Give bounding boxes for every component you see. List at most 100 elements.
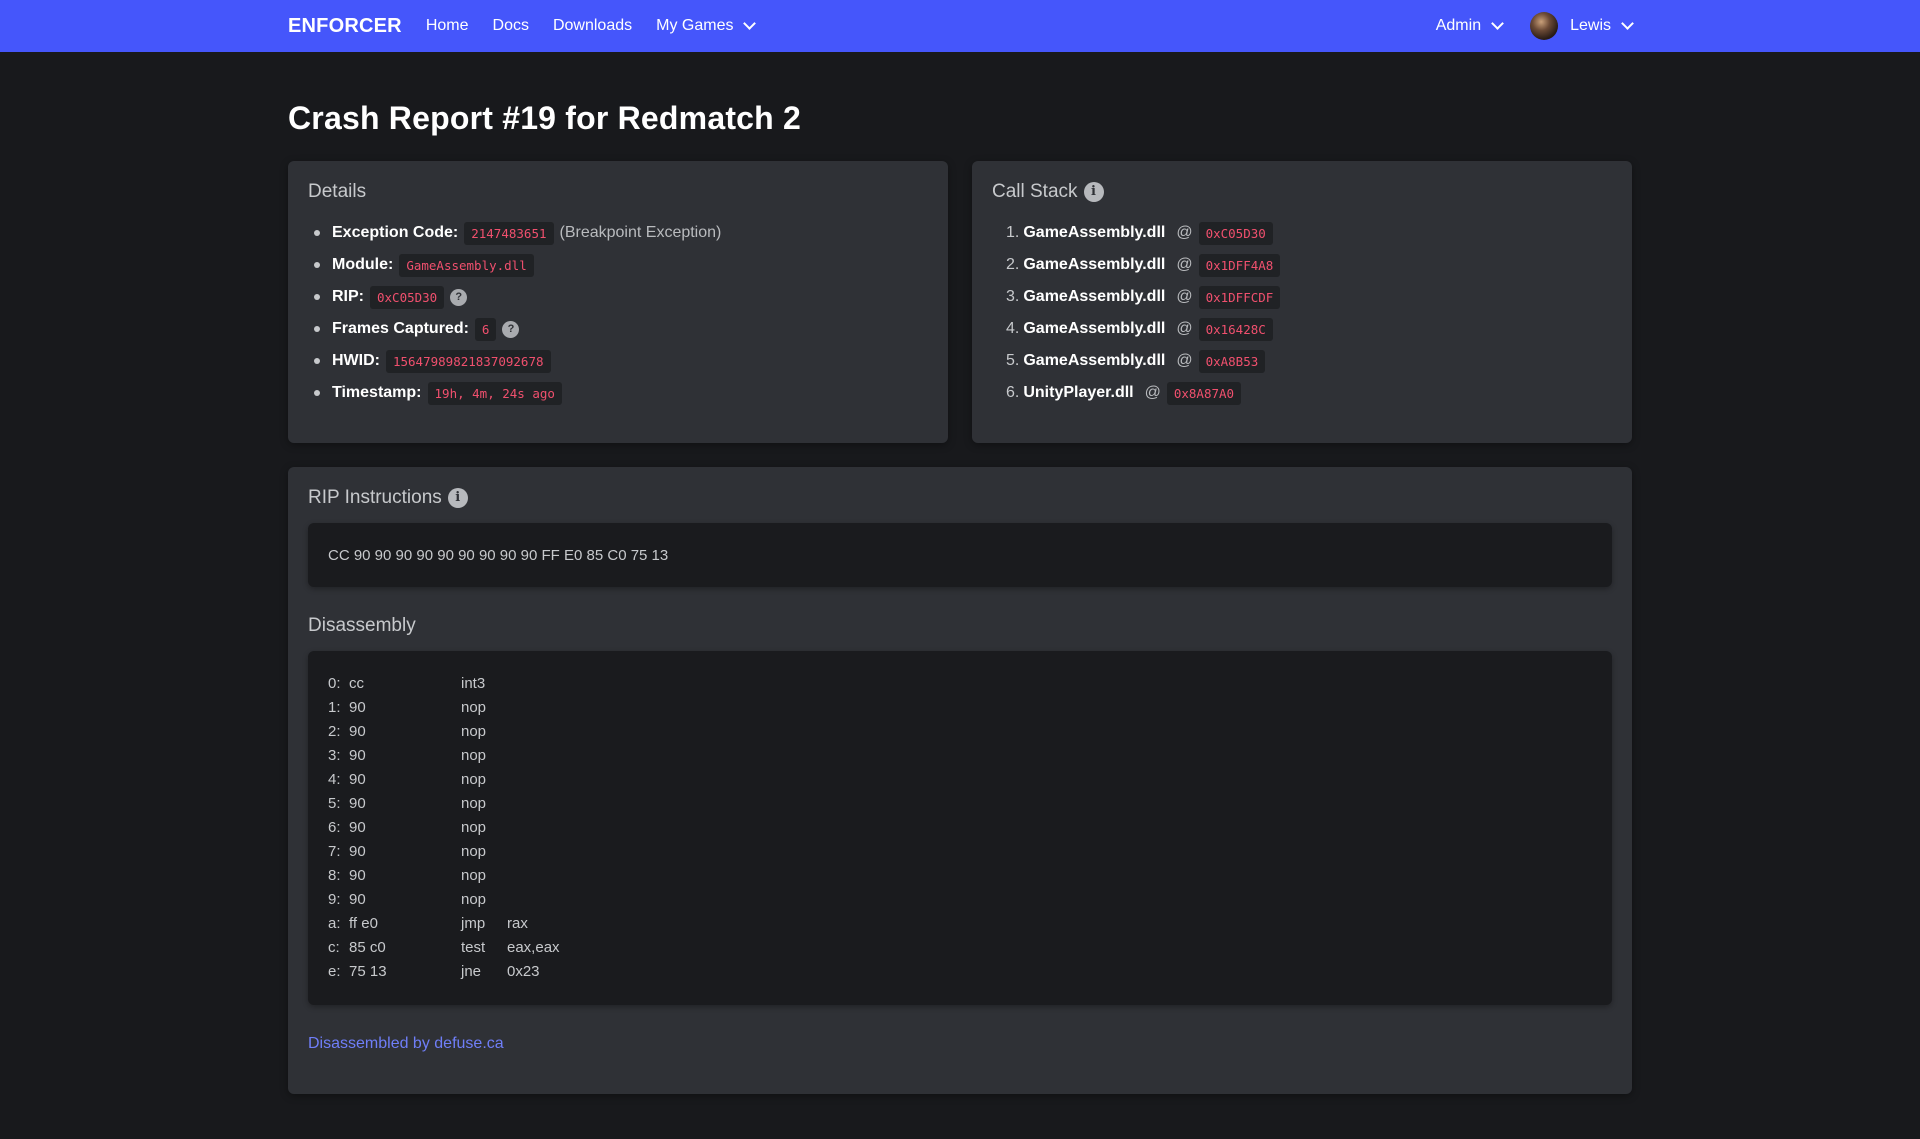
- disassembly-line: 9: 90 nop: [328, 887, 1592, 911]
- instruction-operands: eax,eax: [507, 938, 560, 956]
- frame-number: 5.: [1006, 352, 1020, 369]
- details-title: Details: [308, 181, 928, 203]
- details-list: Exception Code: 2147483651 (Breakpoint E…: [308, 217, 928, 409]
- instruction-mnemonic: nop: [461, 890, 487, 908]
- at-symbol: @: [1176, 288, 1193, 305]
- frame-module: GameAssembly.dll: [1023, 288, 1166, 305]
- instruction-mnemonic: nop: [461, 794, 487, 812]
- rip-hex-block: CC 90 90 90 90 90 90 90 90 90 FF E0 85 C…: [308, 523, 1612, 587]
- rip-instructions-card: RIP Instructions i CC 90 90 90 90 90 90 …: [288, 467, 1632, 1094]
- instruction-offset: 2:: [328, 722, 341, 740]
- disassembly-line: 8: 90 nop: [328, 863, 1592, 887]
- nav-link-downloads[interactable]: Downloads: [553, 17, 632, 35]
- instruction-bytes: 90: [349, 794, 366, 812]
- timestamp-label: Timestamp:: [332, 384, 422, 401]
- disassembled-by-link[interactable]: Disassembled by defuse.ca: [308, 1035, 504, 1052]
- call-stack-frame: 2. GameAssembly.dll @0x1DFF4A8: [1006, 249, 1612, 281]
- exception-label: Exception Code:: [332, 224, 459, 241]
- call-stack-list: 1. GameAssembly.dll @0xC05D30 2. GameAssembl…: [992, 217, 1612, 409]
- user-name: Lewis: [1570, 17, 1611, 34]
- disassembly-line: 0: cc int3: [328, 671, 1592, 695]
- frame-module: GameAssembly.dll: [1023, 352, 1166, 369]
- instruction-bytes: 90: [349, 890, 366, 908]
- question-icon[interactable]: ?: [450, 288, 468, 306]
- page-title: Crash Report #19 for Redmatch 2: [288, 100, 802, 136]
- chevron-down-icon: [1621, 17, 1634, 30]
- disassembly-line: 5: 90 nop: [328, 791, 1592, 815]
- instruction-bytes: 90: [349, 746, 366, 764]
- instruction-offset: c:: [328, 938, 340, 956]
- call-stack-frame: 6. UnityPlayer.dll @0x8A87A0: [1006, 377, 1612, 409]
- rip-label: RIP:: [332, 288, 364, 305]
- frame-address: 0xC05D30: [1198, 221, 1273, 245]
- instruction-bytes: 90: [349, 698, 366, 716]
- my-games-label: My Games: [656, 17, 734, 34]
- instruction-bytes: cc: [349, 674, 364, 692]
- exception-value: 2147483651: [464, 221, 554, 245]
- instruction-mnemonic: nop: [461, 698, 487, 716]
- frame-number: 3.: [1006, 288, 1020, 305]
- disassembly-title-text: Disassembly: [308, 615, 416, 636]
- frame-address: 0x16428C: [1198, 317, 1273, 341]
- detail-timestamp: Timestamp: 19h, 4m, 24s ago: [314, 377, 928, 409]
- nav-link-home[interactable]: Home: [426, 17, 469, 35]
- disassembly-line: 2: 90 nop: [328, 719, 1592, 743]
- instruction-mnemonic: test: [461, 938, 486, 956]
- details-title-text: Details: [308, 181, 367, 202]
- disassembly-title: Disassembly: [308, 615, 1612, 637]
- disassembly-block: 0: cc int3 1: 90 nop 2: 90 nop 3: 90 nop 4: 90 nop 5: 90…: [308, 651, 1612, 1005]
- instruction-operands: rax: [507, 914, 528, 932]
- detail-module: Module: GameAssembly.dll: [314, 249, 928, 281]
- instruction-operands: 0x23: [507, 962, 540, 980]
- instruction-bytes: 85 c0: [349, 938, 386, 956]
- avatar: [1530, 12, 1559, 40]
- nav-right: Admin Lewis: [1408, 12, 1634, 40]
- chevron-down-icon: [1491, 17, 1504, 30]
- user-menu-dropdown[interactable]: Lewis: [1530, 12, 1634, 40]
- frame-address: 0x8A87A0: [1166, 381, 1242, 405]
- disassembly-line: 7: 90 nop: [328, 839, 1592, 863]
- instruction-mnemonic: nop: [461, 770, 487, 788]
- question-icon[interactable]: ?: [502, 320, 520, 338]
- rip-instructions-title-text: RIP Instructions: [308, 487, 442, 508]
- info-icon[interactable]: i: [1083, 182, 1104, 202]
- disassembly-line: 4: 90 nop: [328, 767, 1592, 791]
- instruction-mnemonic: int3: [461, 674, 486, 692]
- at-symbol: @: [1176, 256, 1193, 273]
- rip-hex-bytes: CC 90 90 90 90 90 90 90 90 90 FF E0 85 C…: [328, 546, 669, 564]
- instruction-bytes: ff e0: [349, 914, 378, 932]
- detail-hwid: HWID: 15647989821837092678: [314, 345, 928, 377]
- instruction-offset: 9:: [328, 890, 341, 908]
- nav-link-docs[interactable]: Docs: [493, 17, 529, 35]
- chevron-down-icon: [743, 17, 757, 30]
- call-stack-frame: 1. GameAssembly.dll @0xC05D30: [1006, 217, 1612, 249]
- disassembly-line: 3: 90 nop: [328, 743, 1592, 767]
- hwid-value: 15647989821837092678: [385, 349, 551, 373]
- detail-exception-code: Exception Code: 2147483651 (Breakpoint E…: [314, 217, 928, 249]
- instruction-bytes: 90: [349, 818, 366, 836]
- admin-dropdown[interactable]: Admin: [1436, 17, 1504, 35]
- instruction-bytes: 90: [349, 866, 366, 884]
- call-stack-frame: 5. GameAssembly.dll @0xA8B53: [1006, 345, 1612, 377]
- instruction-mnemonic: jne: [461, 962, 482, 980]
- instruction-bytes: 75 13: [349, 962, 387, 980]
- call-stack-title-text: Call Stack: [992, 181, 1078, 202]
- exception-description: (Breakpoint Exception): [559, 224, 722, 241]
- instruction-offset: 6:: [328, 818, 341, 836]
- info-icon[interactable]: i: [447, 488, 468, 508]
- frame-address: 0x1DFFCDF: [1198, 285, 1281, 309]
- frame-number: 6.: [1006, 384, 1020, 401]
- call-stack-frame: 3. GameAssembly.dll @0x1DFFCDF: [1006, 281, 1612, 313]
- module-value: GameAssembly.dll: [399, 253, 534, 277]
- instruction-mnemonic: nop: [461, 818, 487, 836]
- my-games-dropdown[interactable]: My Games: [656, 17, 757, 35]
- disassembly-line: 6: 90 nop: [328, 815, 1592, 839]
- detail-rip: RIP: 0xC05D30 ?: [314, 281, 928, 313]
- brand-logo[interactable]: ENFORCER: [288, 15, 402, 38]
- instruction-offset: a:: [328, 914, 341, 932]
- frames-value: 6: [474, 317, 497, 341]
- instruction-mnemonic: nop: [461, 746, 487, 764]
- nav-left: ENFORCER Home Docs Downloads My Games: [288, 15, 778, 38]
- instruction-mnemonic: jmp: [461, 914, 486, 932]
- instruction-offset: 5:: [328, 794, 341, 812]
